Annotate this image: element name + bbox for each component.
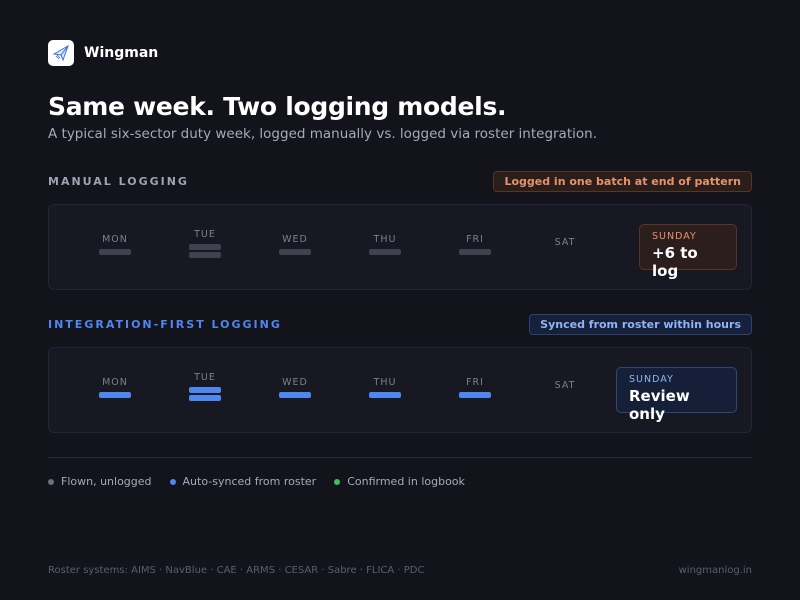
day-label: THU — [373, 234, 397, 245]
page-title: Same week. Two logging models. — [48, 92, 507, 121]
day-label: SAT — [554, 380, 576, 391]
day-thu: THU — [355, 234, 415, 255]
day-label: WED — [282, 377, 308, 388]
day-thu: THU — [355, 377, 415, 398]
legend-item: Flown, unlogged — [48, 475, 152, 488]
roster-systems: Roster systems: AIMS · NavBlue · CAE · A… — [48, 565, 425, 576]
divider — [48, 457, 752, 458]
legend-item: Auto-synced from roster — [169, 475, 317, 488]
day-label: THU — [373, 377, 397, 388]
integration-week-card: SUNDAY Review only MON TUE WED THU FRI SAT — [48, 347, 752, 433]
unlogged-sector-bar — [459, 249, 491, 255]
integration-section-label: INTEGRATION-FIRST LOGGING — [48, 318, 282, 331]
sunday-label: SUNDAY — [652, 231, 697, 242]
manual-badge: Logged in one batch at end of pattern — [493, 171, 752, 192]
day-fri: FRI — [445, 234, 505, 255]
day-label: FRI — [466, 234, 484, 245]
day-fri: FRI — [445, 377, 505, 398]
synced-sector-bar — [459, 392, 491, 398]
legend-label: Confirmed in logbook — [347, 475, 465, 488]
day-wed: WED — [265, 377, 325, 398]
day-label: FRI — [466, 377, 484, 388]
day-label: WED — [282, 234, 308, 245]
legend-label: Flown, unlogged — [61, 475, 152, 488]
unlogged-sector-bar — [189, 244, 221, 250]
brand-name: Wingman — [84, 45, 159, 61]
synced-sector-bar — [99, 392, 131, 398]
sunday-label: SUNDAY — [629, 374, 674, 385]
legend-dot-icon — [169, 478, 176, 485]
synced-sector-bar — [279, 392, 311, 398]
day-wed: WED — [265, 234, 325, 255]
integration-sunday-box: SUNDAY Review only — [616, 367, 737, 423]
day-tue: TUE — [175, 229, 235, 258]
day-label: MON — [102, 377, 128, 388]
unlogged-sector-bar — [189, 252, 221, 258]
day-sat: SAT — [535, 380, 595, 391]
legend: Flown, unlogged Auto-synced from roster Co… — [48, 475, 483, 488]
unlogged-sector-bar — [99, 249, 131, 255]
legend-label: Auto-synced from roster — [182, 475, 317, 488]
day-label: SAT — [554, 237, 576, 248]
synced-sector-bar — [189, 395, 221, 401]
site-link[interactable]: wingmanlog.in — [679, 565, 752, 576]
day-label: TUE — [194, 372, 216, 383]
day-tue: TUE — [175, 372, 235, 401]
legend-item: Confirmed in logbook — [334, 475, 465, 488]
manual-week-card: SUNDAY +6 to log MON TUE WED THU FRI SAT — [48, 204, 752, 290]
integration-badge: Synced from roster within hours — [529, 314, 752, 335]
day-mon: MON — [85, 234, 145, 255]
synced-sector-bar — [189, 387, 221, 393]
unlogged-sector-bar — [369, 249, 401, 255]
day-mon: MON — [85, 377, 145, 398]
brand: Wingman — [48, 40, 158, 66]
day-sat: SAT — [535, 237, 595, 248]
sunday-value: Review only — [629, 387, 690, 423]
unlogged-sector-bar — [279, 249, 311, 255]
page-subtitle: A typical six-sector duty week, logged m… — [48, 126, 597, 142]
synced-sector-bar — [369, 392, 401, 398]
sunday-value: +6 to log — [652, 244, 698, 280]
legend-dot-icon — [334, 478, 341, 485]
paper-plane-icon — [48, 40, 74, 66]
day-label: MON — [102, 234, 128, 245]
manual-sunday-box: SUNDAY +6 to log — [639, 224, 737, 280]
legend-dot-icon — [48, 478, 54, 485]
manual-section-label: MANUAL LOGGING — [48, 175, 189, 188]
day-label: TUE — [194, 229, 216, 240]
